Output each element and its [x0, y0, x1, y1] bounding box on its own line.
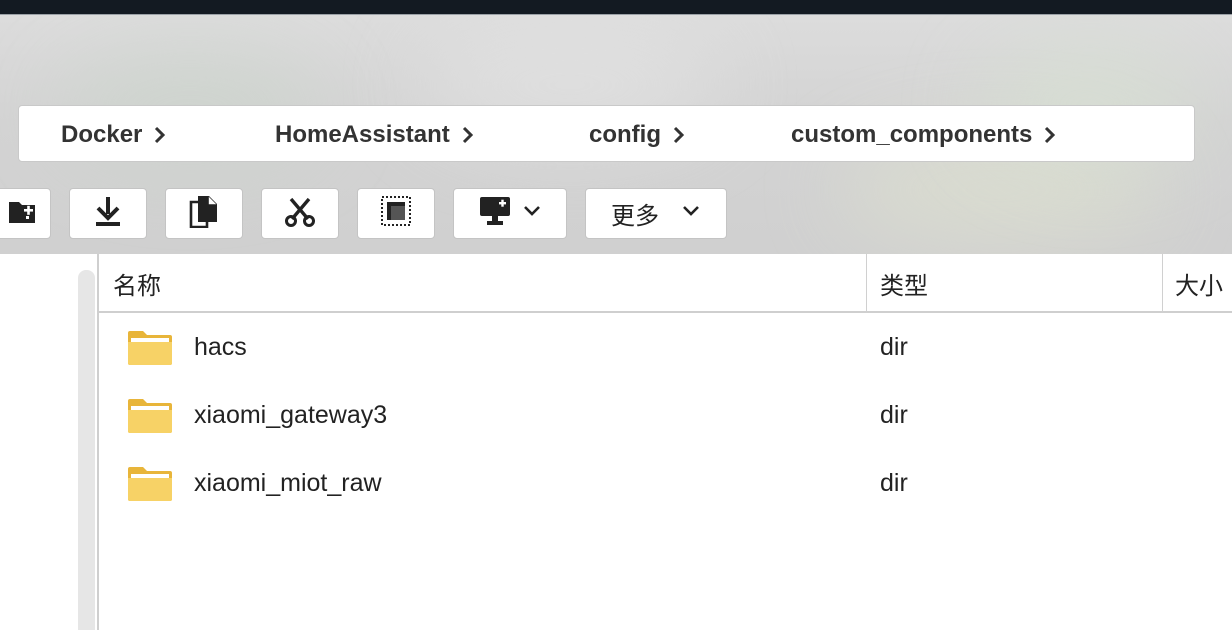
- file-name: hacs: [194, 332, 247, 361]
- column-divider[interactable]: [866, 254, 867, 313]
- column-divider[interactable]: [1162, 254, 1163, 313]
- file-name: xiaomi_miot_raw: [194, 468, 382, 497]
- breadcrumb-item-docker[interactable]: Docker: [61, 106, 166, 163]
- column-header-type[interactable]: 类型: [880, 254, 928, 313]
- breadcrumb-label: config: [589, 120, 661, 148]
- folder-icon: [126, 327, 174, 367]
- breadcrumb: Docker HomeAssistant config custom_compo…: [18, 105, 1195, 162]
- file-type: dir: [880, 400, 908, 429]
- breadcrumb-label: custom_components: [791, 120, 1033, 148]
- chevron-right-icon: [673, 126, 685, 144]
- chevron-right-icon: [462, 126, 474, 144]
- file-row[interactable]: xiaomi_miot_raw dir: [99, 449, 1232, 517]
- chevron-right-icon: [154, 126, 166, 144]
- file-type: dir: [880, 468, 908, 497]
- folder-icon: [126, 395, 174, 435]
- chevron-down-icon: [681, 204, 701, 223]
- column-header-size[interactable]: 大小: [1175, 254, 1223, 313]
- create-folder-button[interactable]: [0, 188, 51, 239]
- chevron-right-icon: [1044, 126, 1056, 144]
- remote-connect-button[interactable]: [453, 188, 567, 239]
- breadcrumb-label: Docker: [61, 120, 143, 148]
- file-list: 名称 类型 大小 hacs dir xiaomi_gateway3 dir xi…: [97, 254, 1232, 630]
- breadcrumb-label: HomeAssistant: [275, 120, 450, 148]
- breadcrumb-item-custom-components[interactable]: custom_components: [791, 106, 1056, 163]
- breadcrumb-item-homeassistant[interactable]: HomeAssistant: [275, 106, 474, 163]
- remote-connect-icon: [478, 194, 512, 233]
- select-all-icon: [380, 195, 412, 232]
- column-header-name[interactable]: 名称: [113, 254, 161, 313]
- download-button[interactable]: [69, 188, 147, 239]
- create-folder-icon: [7, 196, 41, 231]
- folder-icon: [126, 463, 174, 503]
- top-bar: [0, 0, 1232, 15]
- file-type: dir: [880, 332, 908, 361]
- file-row[interactable]: hacs dir: [99, 313, 1232, 381]
- column-header-row: 名称 类型 大小: [99, 254, 1232, 313]
- scissors-icon: [284, 195, 316, 232]
- scrollbar[interactable]: [78, 270, 95, 630]
- copy-icon: [188, 194, 220, 233]
- more-label: 更多: [611, 203, 659, 230]
- cut-button[interactable]: [261, 188, 339, 239]
- breadcrumb-item-config[interactable]: config: [589, 106, 685, 163]
- more-button[interactable]: 更多: [585, 188, 727, 239]
- download-icon: [93, 195, 123, 232]
- file-row[interactable]: xiaomi_gateway3 dir: [99, 381, 1232, 449]
- copy-button[interactable]: [165, 188, 243, 239]
- file-name: xiaomi_gateway3: [194, 400, 388, 429]
- select-all-button[interactable]: [357, 188, 435, 239]
- chevron-down-icon: [522, 204, 542, 223]
